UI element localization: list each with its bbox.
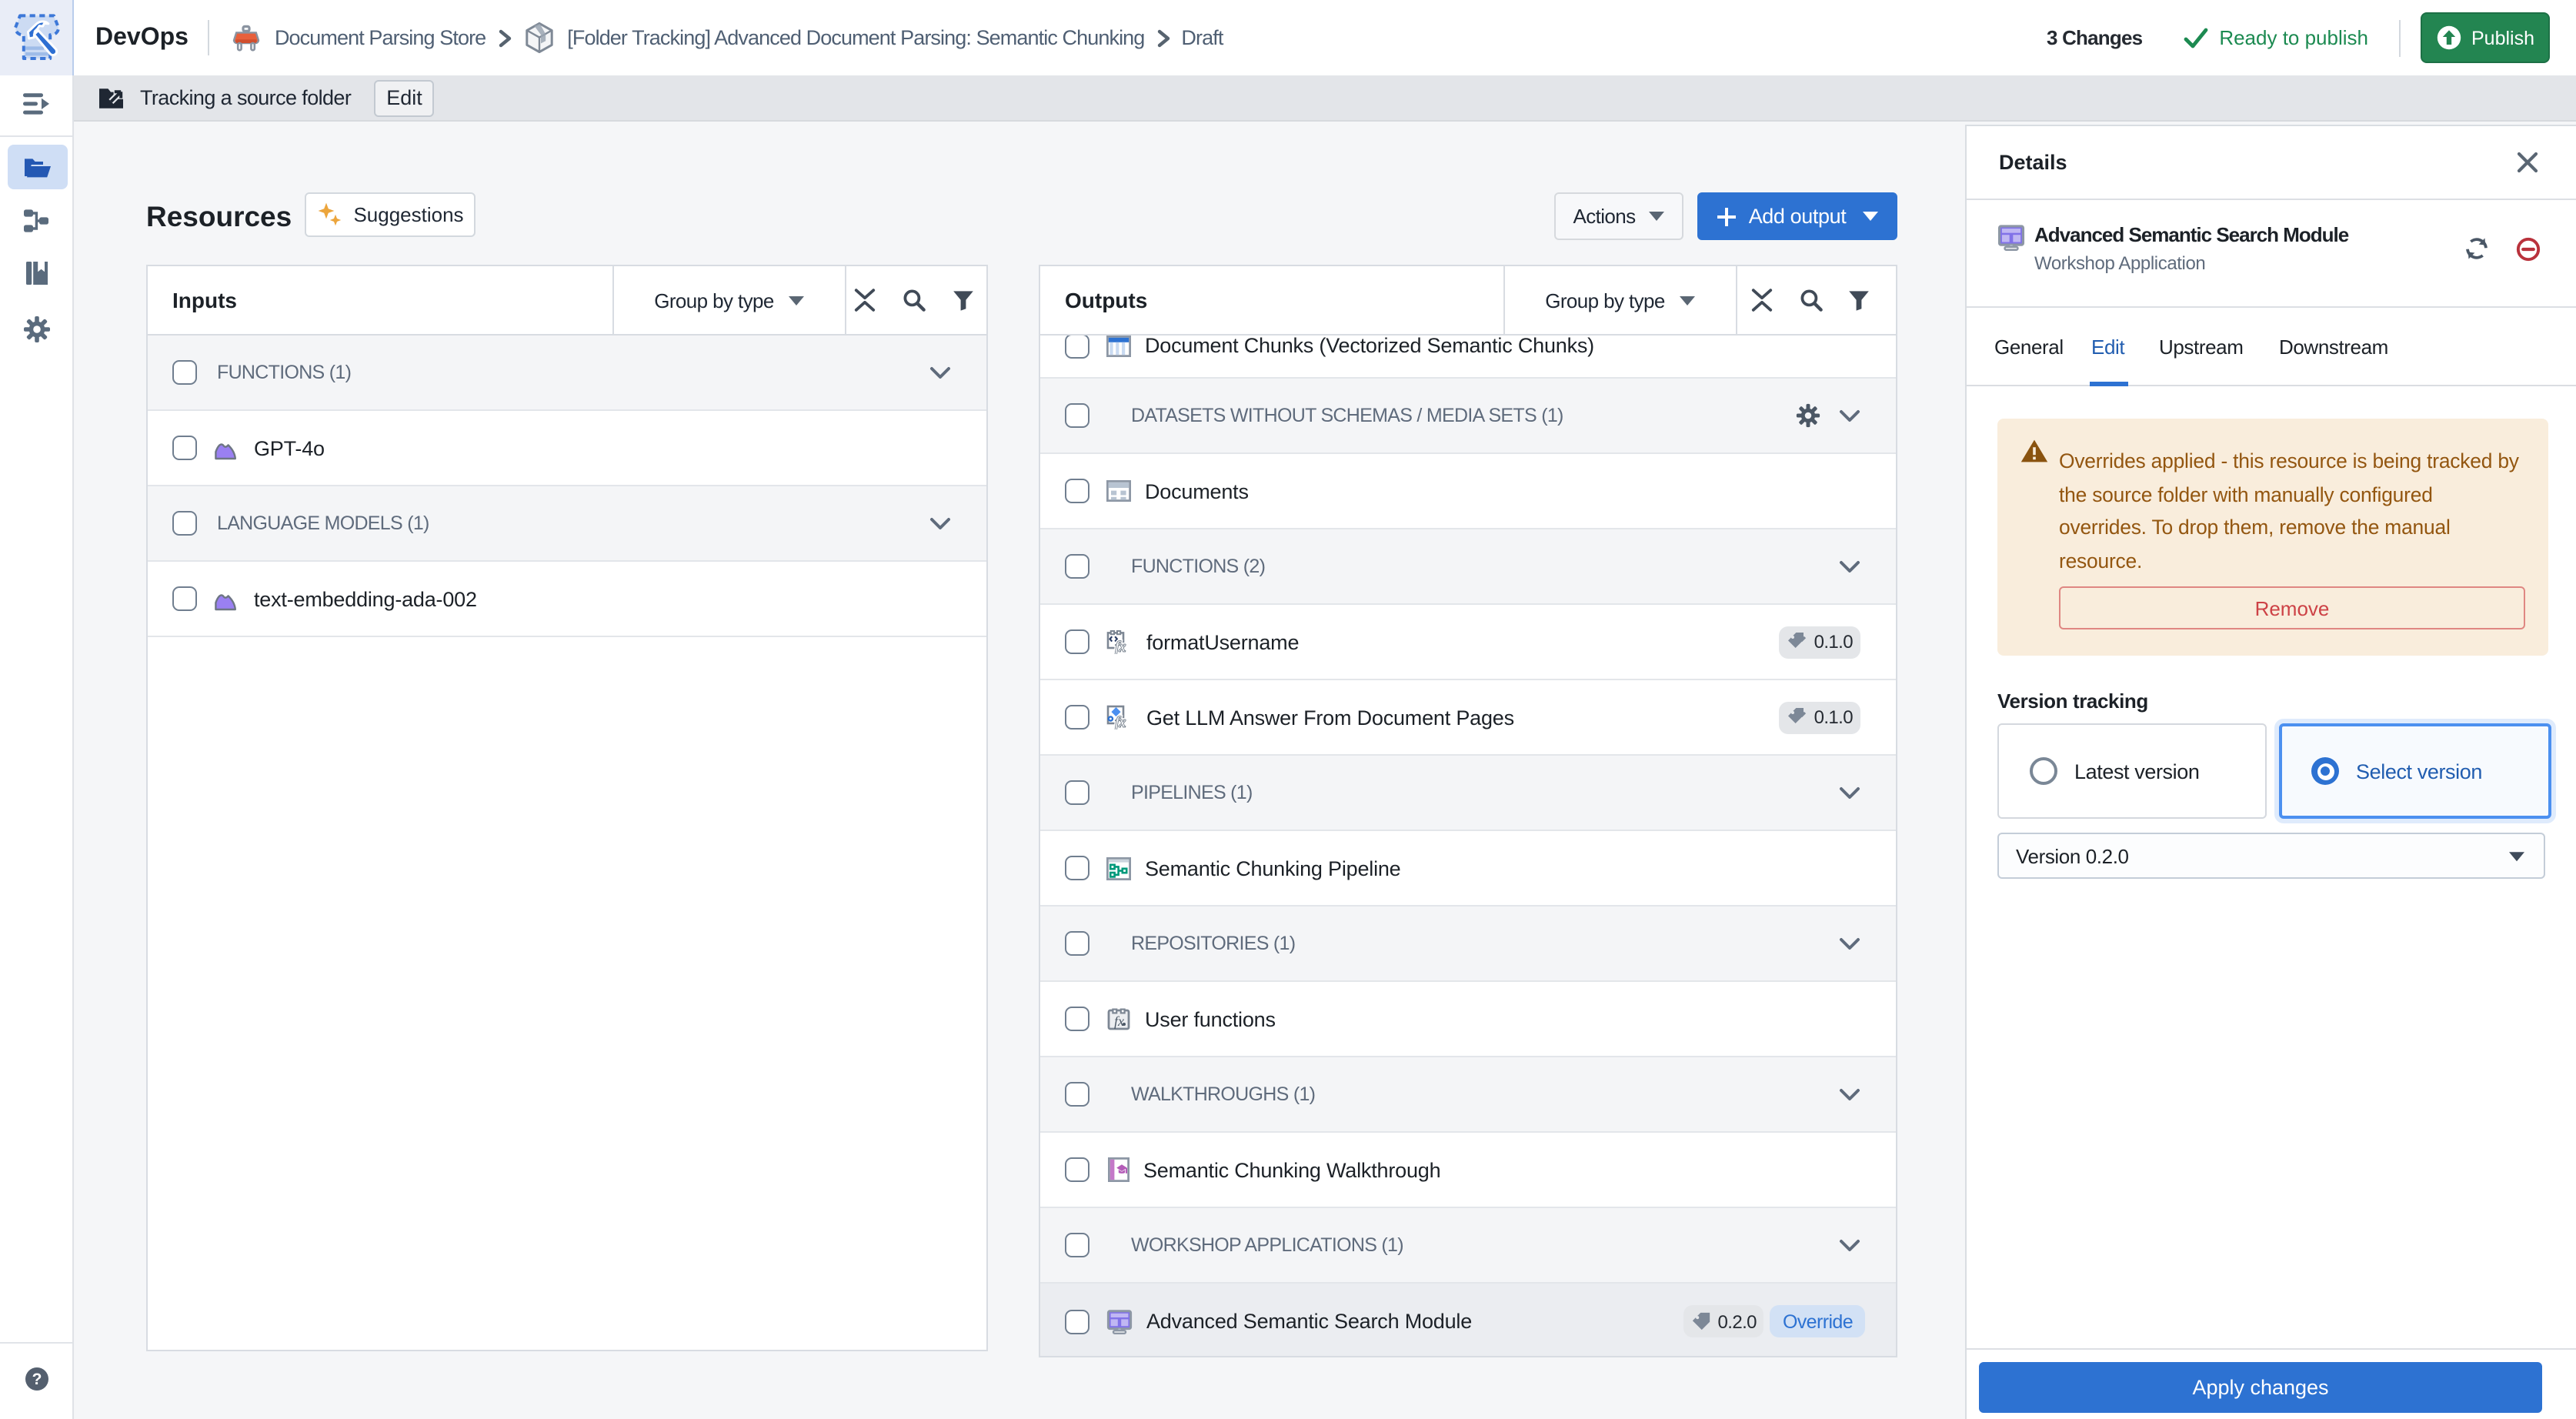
svg-text:fx: fx xyxy=(1114,1013,1124,1028)
svg-text:fx: fx xyxy=(1115,714,1126,730)
svg-text:fx: fx xyxy=(1115,639,1126,654)
svg-text:?: ? xyxy=(32,1371,42,1388)
